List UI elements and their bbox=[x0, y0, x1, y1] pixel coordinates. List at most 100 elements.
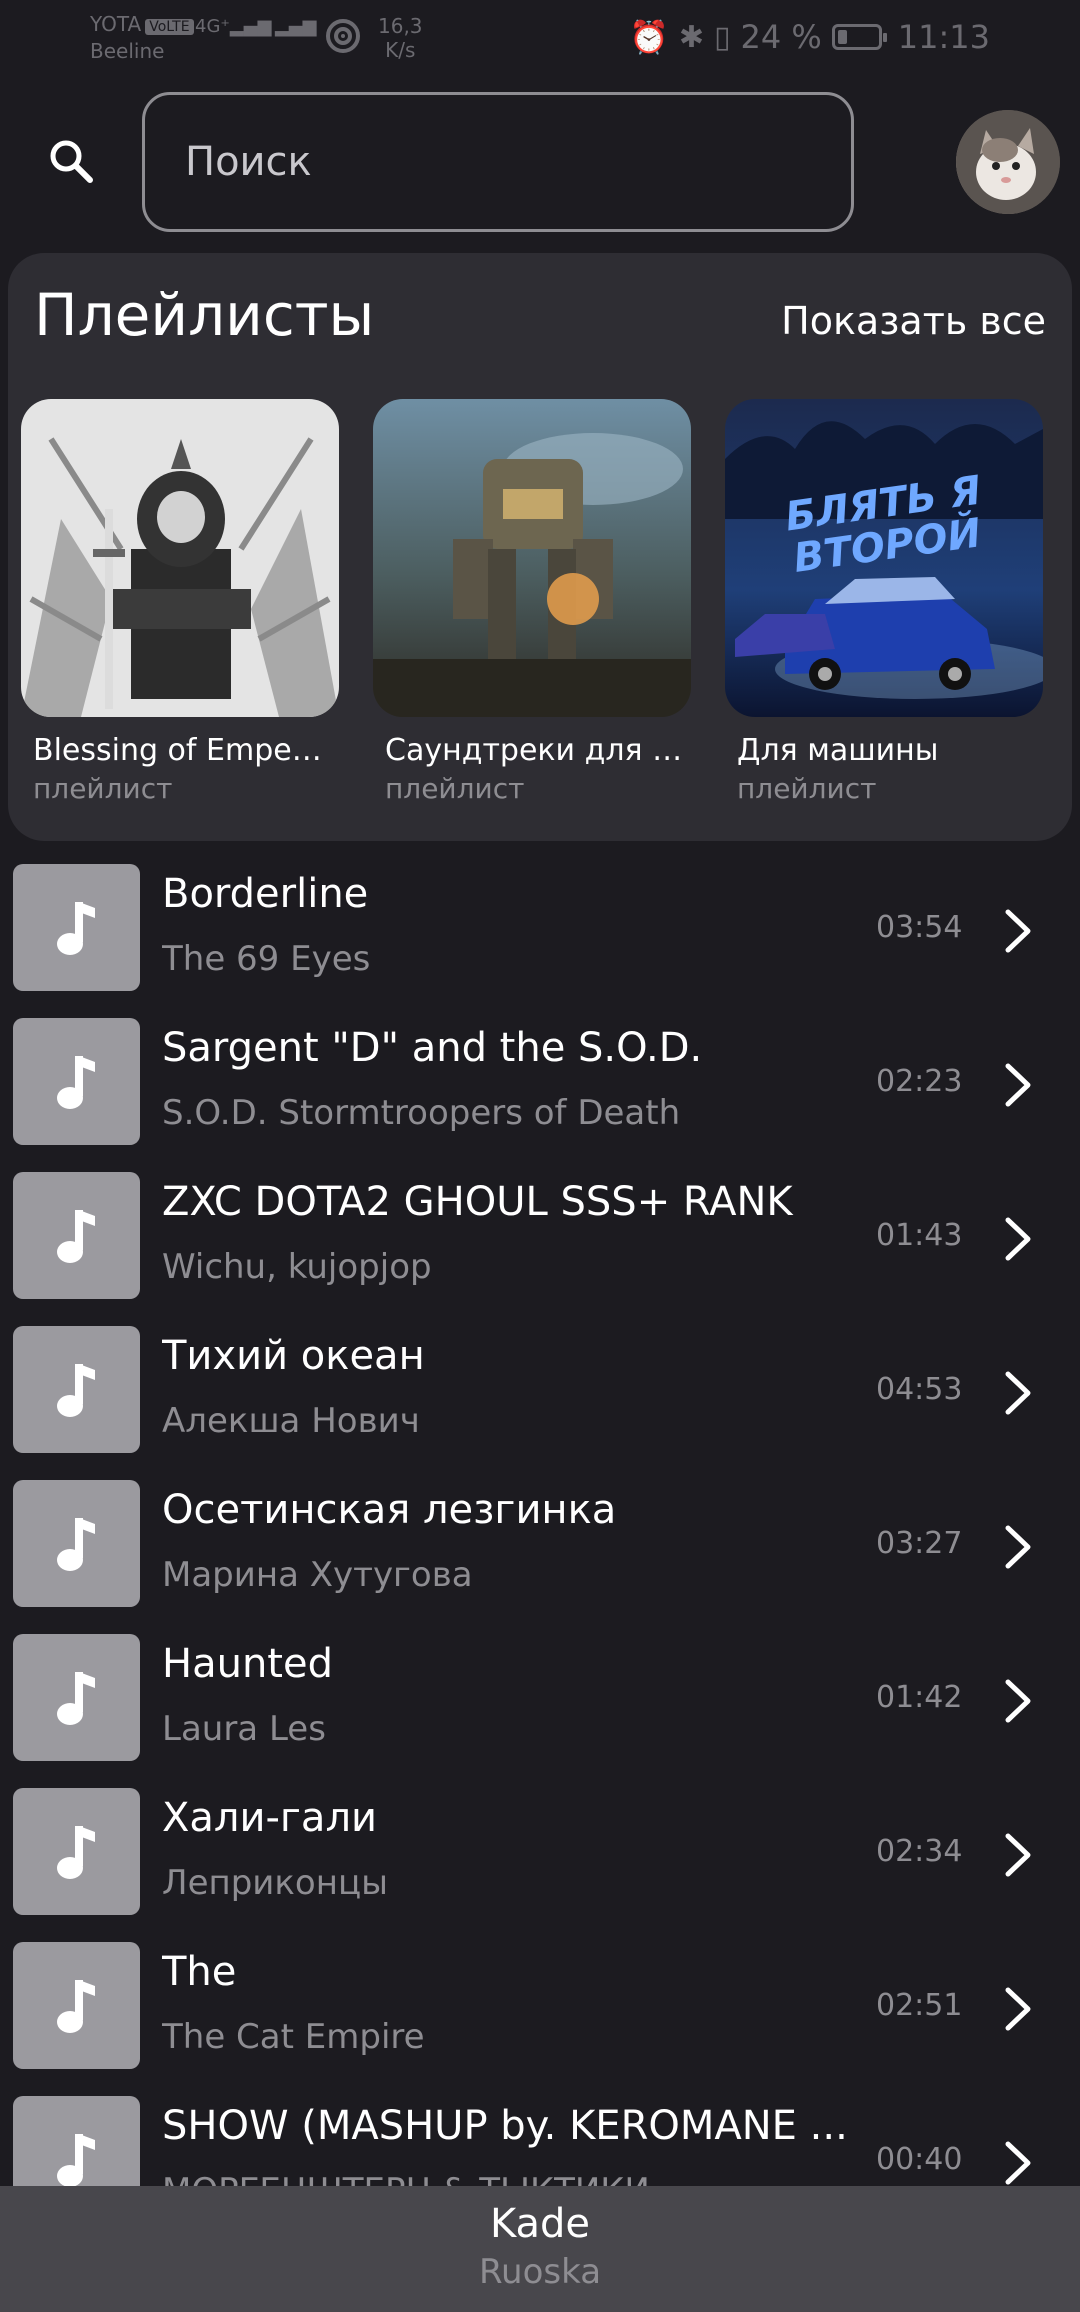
track-thumbnail bbox=[13, 864, 140, 991]
playlist-name: Blessing of Emperor bbox=[33, 733, 333, 768]
search-icon[interactable] bbox=[46, 136, 96, 186]
track-title: SHOW (MASHUP by. KEROMANE ... bbox=[162, 2103, 848, 2149]
chevron-right-icon[interactable] bbox=[1000, 906, 1036, 956]
playlist-card[interactable]: Саундтреки для э... плейлист bbox=[373, 399, 691, 809]
playlists-section: Плейлисты Показать все Blessing of Emper… bbox=[8, 253, 1072, 841]
track-thumbnail bbox=[13, 1018, 140, 1145]
music-note-icon bbox=[57, 1056, 95, 1109]
track-thumbnail bbox=[13, 1172, 140, 1299]
playlist-card[interactable]: БЛЯТЬ Я ВТОРОЙ Для машины плейлист bbox=[725, 399, 1043, 809]
chevron-right-icon[interactable] bbox=[1000, 1522, 1036, 1572]
track-thumbnail bbox=[13, 1480, 140, 1607]
playlist-name: Саундтреки для э... bbox=[385, 733, 685, 768]
track-list: Borderline The 69 Eyes 03:54 Sargent "D" an… bbox=[0, 856, 1080, 2186]
track-thumbnail bbox=[13, 1942, 140, 2069]
kitten-photo bbox=[956, 110, 1060, 214]
track-artist: The 69 Eyes bbox=[162, 939, 371, 979]
track-title: Тихий океан bbox=[162, 1333, 425, 1379]
track-title: Осетинская лезгинка bbox=[162, 1487, 617, 1533]
track-thumbnail bbox=[13, 1788, 140, 1915]
volte-badge: VoLTE bbox=[145, 19, 194, 35]
track-thumbnail bbox=[13, 1634, 140, 1761]
chevron-right-icon[interactable] bbox=[1000, 1368, 1036, 1418]
track-row[interactable]: Borderline The 69 Eyes 03:54 bbox=[0, 856, 1080, 1010]
track-title: The bbox=[162, 1949, 237, 1995]
music-note-icon bbox=[57, 1210, 95, 1263]
track-duration: 01:43 bbox=[876, 1218, 963, 1253]
track-title: ZXC DOTA2 GHOUL SSS+ RANK bbox=[162, 1179, 793, 1225]
track-title: Borderline bbox=[162, 871, 369, 917]
playlist-card[interactable]: Blessing of Emperor плейлист bbox=[21, 399, 339, 809]
playlist-type: плейлист bbox=[33, 772, 173, 805]
carrier-info: YOTA VoLTE Beeline bbox=[90, 12, 194, 63]
playlist-type: плейлист bbox=[385, 772, 525, 805]
track-duration: 01:42 bbox=[876, 1680, 963, 1715]
track-title: Хали-гали bbox=[162, 1795, 377, 1841]
track-row[interactable]: ZXC DOTA2 GHOUL SSS+ RANK Wichu, kujopjop… bbox=[0, 1164, 1080, 1318]
track-artist: Алекша Нович bbox=[162, 1401, 420, 1441]
chevron-right-icon[interactable] bbox=[1000, 1060, 1036, 1110]
vibrate-icon: ▯ bbox=[713, 19, 731, 55]
track-row[interactable]: The The Cat Empire 02:51 bbox=[0, 1934, 1080, 2088]
alarm-icon: ⏰ bbox=[628, 18, 669, 56]
music-note-icon bbox=[57, 1980, 95, 2033]
now-playing-bar[interactable]: Kade Ruoska bbox=[0, 2186, 1080, 2312]
track-row[interactable]: Тихий океан Алекша Нович 04:53 bbox=[0, 1318, 1080, 1472]
track-artist: МОРГЕНШТЕРН & ТЫКТИКИ bbox=[162, 2170, 852, 2186]
track-row[interactable]: SHOW (MASHUP by. KEROMANE ... МОРГЕНШТЕРН… bbox=[0, 2088, 1080, 2186]
track-row[interactable]: Осетинская лезгинка Марина Хутугова 03:27 bbox=[0, 1472, 1080, 1626]
track-duration: 04:53 bbox=[876, 1372, 963, 1407]
track-duration: 03:54 bbox=[876, 910, 963, 945]
track-title: Haunted bbox=[162, 1641, 333, 1687]
track-row[interactable]: Haunted Laura Les 01:42 bbox=[0, 1626, 1080, 1780]
carrier-name: YOTA bbox=[90, 12, 142, 36]
chevron-right-icon[interactable] bbox=[1000, 1830, 1036, 1880]
track-artist: Леприконцы bbox=[162, 1863, 388, 1903]
chevron-right-icon[interactable] bbox=[1000, 2138, 1036, 2186]
playlist-cover bbox=[373, 399, 691, 717]
track-duration: 03:27 bbox=[876, 1526, 963, 1561]
show-all-button[interactable]: Показать все bbox=[781, 299, 1046, 343]
bluetooth-icon: ✱ bbox=[678, 19, 704, 55]
signal-icon-2: ▂▄▆ bbox=[275, 16, 317, 37]
search-input[interactable] bbox=[183, 138, 851, 186]
track-artist: Laura Les bbox=[162, 1709, 326, 1749]
battery-percent: 24 % bbox=[740, 18, 822, 56]
carrier-name-2: Beeline bbox=[90, 39, 165, 63]
wifi-icon bbox=[326, 19, 360, 53]
now-playing-title: Kade bbox=[489, 2201, 591, 2247]
track-duration: 00:40 bbox=[876, 2142, 963, 2177]
chevron-right-icon[interactable] bbox=[1000, 1214, 1036, 1264]
track-duration: 02:23 bbox=[876, 1064, 963, 1099]
playlist-type: плейлист bbox=[737, 772, 877, 805]
music-note-icon bbox=[57, 1826, 95, 1879]
music-note-icon bbox=[57, 902, 95, 955]
section-title: Плейлисты bbox=[34, 281, 375, 349]
track-thumbnail bbox=[13, 1326, 140, 1453]
music-note-icon bbox=[57, 2134, 95, 2186]
track-duration: 02:34 bbox=[876, 1834, 963, 1869]
status-icons: ⏰ ✱ ▯ 24 % 11:13 bbox=[629, 18, 990, 56]
track-artist: Марина Хутугова bbox=[162, 1555, 473, 1595]
playlist-cover bbox=[21, 399, 339, 717]
music-note-icon bbox=[57, 1672, 95, 1725]
track-row[interactable]: Sargent "D" and the S.O.D. S.O.D. Stormtr… bbox=[0, 1010, 1080, 1164]
track-title: Sargent "D" and the S.O.D. bbox=[162, 1025, 703, 1071]
search-field[interactable] bbox=[142, 92, 854, 232]
battery-icon bbox=[831, 24, 887, 50]
track-artist: Wichu, kujopjop bbox=[162, 1247, 432, 1287]
status-bar: YOTA VoLTE Beeline 4G⁺▂▄▆ ▂▄▆ 16,3 K/s ⏰ ✱… bbox=[0, 0, 1080, 80]
music-note-icon bbox=[57, 1364, 95, 1417]
chevron-right-icon[interactable] bbox=[1000, 1676, 1036, 1726]
playlist-name: Для машины bbox=[737, 733, 939, 768]
signal-icon: 4G⁺▂▄▆ bbox=[195, 16, 272, 37]
track-artist: The Cat Empire bbox=[162, 2017, 425, 2057]
track-row[interactable]: Хали-гали Леприконцы 02:34 bbox=[0, 1780, 1080, 1934]
network-speed: 16,3 K/s bbox=[378, 14, 423, 62]
clock: 11:13 bbox=[897, 18, 990, 56]
track-duration: 02:51 bbox=[876, 1988, 963, 2023]
now-playing-artist: Ruoska bbox=[478, 2252, 602, 2292]
avatar[interactable] bbox=[956, 110, 1060, 214]
chevron-right-icon[interactable] bbox=[1000, 1984, 1036, 2034]
track-artist: S.O.D. Stormtroopers of Death bbox=[162, 1093, 681, 1133]
